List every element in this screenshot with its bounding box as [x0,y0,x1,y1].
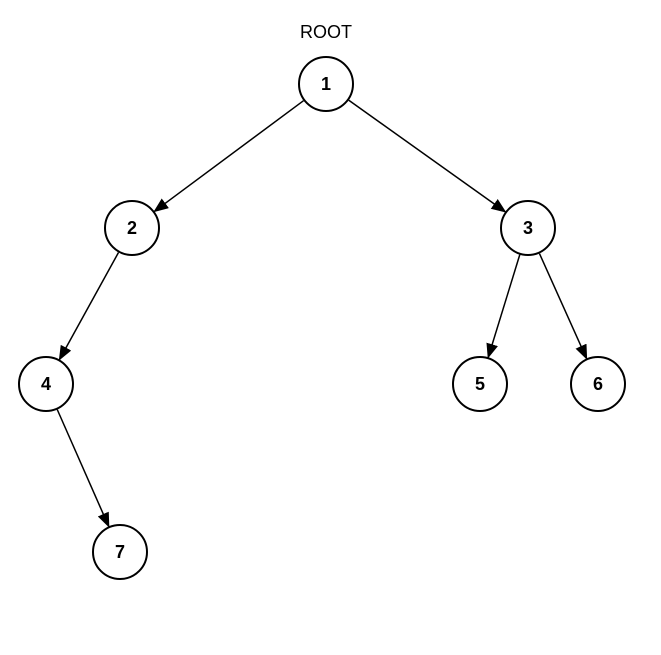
node-1: 1 [298,56,354,112]
node-label: 5 [475,374,485,395]
edge [60,253,119,360]
node-label: 7 [115,542,125,563]
node-label: 2 [127,218,137,239]
node-3: 3 [500,200,556,256]
edge [488,255,520,357]
node-label: 6 [593,374,603,395]
edge [57,410,108,527]
node-7: 7 [92,524,148,580]
node-label: 3 [523,218,533,239]
edge [154,101,303,212]
root-label: ROOT [300,22,352,43]
node-6: 6 [570,356,626,412]
node-2: 2 [104,200,160,256]
node-5: 5 [452,356,508,412]
node-label: 4 [41,374,51,395]
edge [539,254,586,359]
node-4: 4 [18,356,74,412]
edge [349,100,505,211]
node-label: 1 [321,74,331,95]
tree-diagram: ROOT 1 2 3 4 5 6 7 [0,0,661,655]
